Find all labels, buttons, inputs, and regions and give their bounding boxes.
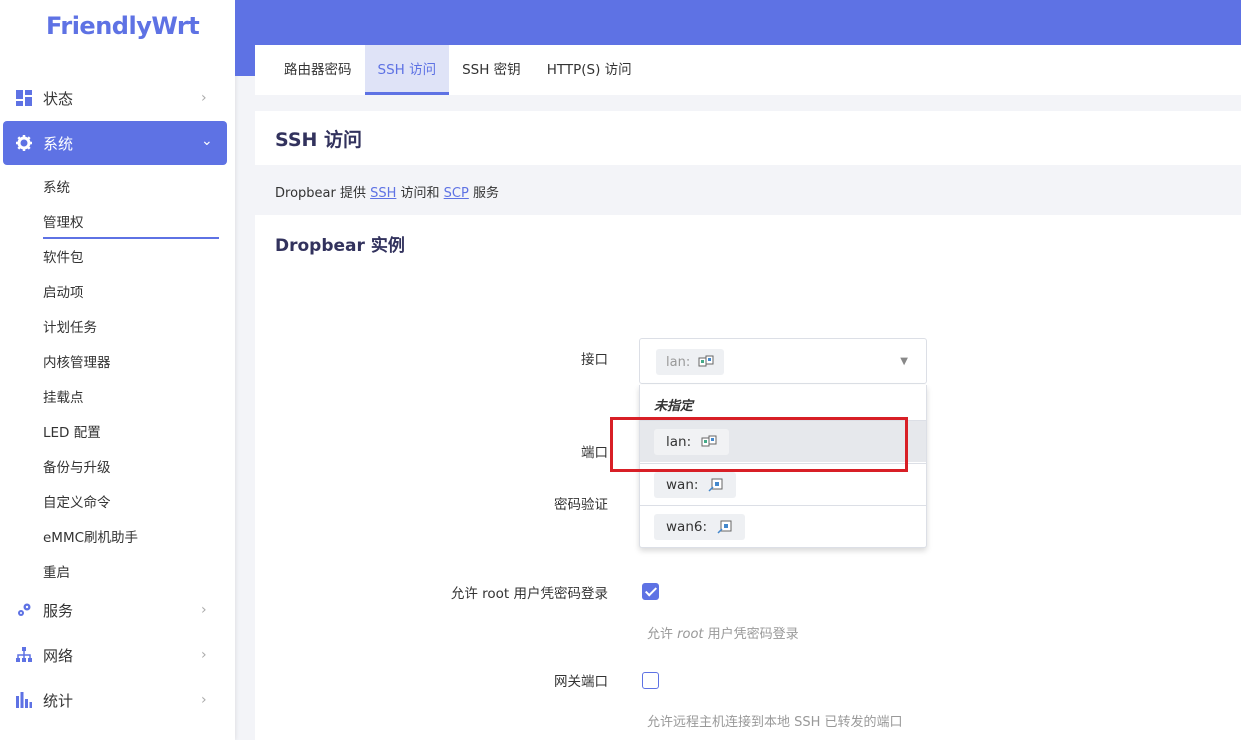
- network-interface-icon: [698, 355, 714, 367]
- logo: FriendlyWrt: [46, 12, 200, 40]
- sidebar-item-label: 服务: [43, 601, 74, 620]
- sidebar-item-label: 网络: [43, 646, 74, 665]
- network-icon: [15, 646, 33, 664]
- sidebar-sub-crontab[interactable]: 计划任务: [43, 316, 97, 336]
- sidebar-item-services[interactable]: 服务 ›: [3, 588, 227, 632]
- services-icon: [15, 601, 33, 619]
- sidebar-sub-system[interactable]: 系统: [43, 176, 70, 196]
- tab-router-password[interactable]: 路由器密码: [271, 45, 365, 95]
- tab-bar: 路由器密码 SSH 访问 SSH 密钥 HTTP(S) 访问: [255, 45, 1241, 95]
- root-password-checkbox[interactable]: [642, 583, 659, 600]
- ethernet-port-icon: [717, 520, 732, 534]
- option-wan6[interactable]: wan6:: [640, 505, 926, 547]
- section-title: Dropbear 实例: [275, 236, 405, 256]
- selected-interface-chip: lan:: [656, 349, 725, 375]
- sidebar-item-label: 系统: [43, 134, 74, 153]
- option-label: wan6:: [666, 519, 708, 535]
- sidebar-item-label: 状态: [43, 89, 74, 108]
- gear-icon: [15, 134, 33, 152]
- option-label: lan:: [666, 434, 692, 450]
- chevron-right-icon: ›: [201, 602, 207, 618]
- page-title: SSH 访问: [275, 129, 363, 151]
- chevron-down-icon: ⌄: [201, 133, 213, 149]
- option-chip: wan6:: [654, 514, 746, 540]
- root-password-label: 允许 root 用户凭密码登录: [450, 586, 608, 602]
- sidebar-sub-backup[interactable]: 备份与升级: [43, 456, 111, 476]
- sidebar-sub-reboot[interactable]: 重启: [43, 561, 70, 581]
- sidebar-item-label: 统计: [43, 691, 74, 710]
- sidebar-sub-admin[interactable]: 管理权: [43, 211, 219, 239]
- desc-text: 服务: [468, 186, 499, 201]
- sidebar: FriendlyWrt 状态 › 系统 ⌄ 系统 管理权 软件包 启动项 计划任…: [0, 0, 235, 740]
- gateway-ports-hint: 允许远程主机连接到本地 SSH 已转发的端口: [647, 715, 903, 730]
- gateway-ports-checkbox[interactable]: [642, 672, 659, 689]
- page-description: Dropbear 提供 SSH 访问和 SCP 服务: [275, 182, 499, 201]
- option-lan[interactable]: lan:: [640, 420, 926, 462]
- ssh-link[interactable]: SSH: [370, 186, 396, 201]
- network-interface-icon: [701, 435, 717, 447]
- sidebar-item-system[interactable]: 系统 ⌄: [3, 121, 227, 165]
- sidebar-sub-led[interactable]: LED 配置: [43, 421, 101, 441]
- chevron-right-icon: ›: [201, 692, 207, 708]
- interface-dropdown: 未指定 lan: wan: wan6:: [639, 385, 927, 548]
- tab-https-access[interactable]: HTTP(S) 访问: [534, 45, 645, 95]
- hint-text: 用户凭密码登录: [703, 627, 799, 642]
- password-auth-label: 密码验证: [554, 497, 608, 513]
- sidebar-item-network[interactable]: 网络 ›: [3, 633, 227, 677]
- chevron-right-icon: ›: [201, 647, 207, 663]
- interface-select[interactable]: lan: ▼: [639, 338, 927, 384]
- sidebar-item-statistics[interactable]: 统计 ›: [3, 678, 227, 722]
- scp-link[interactable]: SCP: [444, 186, 469, 201]
- chart-icon: [15, 691, 33, 709]
- caret-down-icon: ▼: [900, 356, 908, 367]
- option-chip: wan:: [654, 472, 737, 498]
- hint-emphasis: root: [677, 627, 704, 642]
- desc-text: 访问和: [396, 186, 444, 201]
- selected-interface-text: lan:: [666, 354, 691, 370]
- desc-text: Dropbear 提供: [275, 186, 371, 201]
- sidebar-sub-packages[interactable]: 软件包: [43, 246, 84, 266]
- chevron-right-icon: ›: [201, 90, 207, 106]
- interface-label: 接口: [581, 352, 608, 368]
- sidebar-sub-mounts[interactable]: 挂载点: [43, 386, 84, 406]
- sidebar-sub-kernel[interactable]: 内核管理器: [43, 351, 111, 371]
- port-label: 端口: [581, 445, 608, 461]
- ethernet-port-icon: [708, 478, 723, 492]
- option-label: wan:: [666, 477, 699, 493]
- sidebar-sub-emmc[interactable]: eMMC刷机助手: [43, 526, 138, 546]
- hint-text: 允许: [647, 627, 678, 642]
- tab-ssh-access[interactable]: SSH 访问: [364, 45, 450, 95]
- option-wan[interactable]: wan:: [640, 463, 926, 505]
- sidebar-sub-commands[interactable]: 自定义命令: [43, 491, 111, 511]
- sidebar-sub-startup[interactable]: 启动项: [43, 281, 84, 301]
- dropbear-instance-card: Dropbear 实例 接口 lan: ▼ 端口 密码验证 未指定 lan: w…: [255, 215, 1241, 740]
- root-password-hint: 允许 root 用户凭密码登录: [647, 623, 799, 642]
- title-card: SSH 访问: [255, 111, 1241, 165]
- gateway-ports-label: 网关端口: [554, 674, 608, 690]
- dashboard-icon: [15, 89, 33, 107]
- option-label: 未指定: [654, 399, 694, 414]
- option-chip: lan:: [654, 429, 730, 455]
- tab-ssh-keys[interactable]: SSH 密钥: [449, 45, 534, 95]
- sidebar-item-status[interactable]: 状态 ›: [3, 76, 227, 120]
